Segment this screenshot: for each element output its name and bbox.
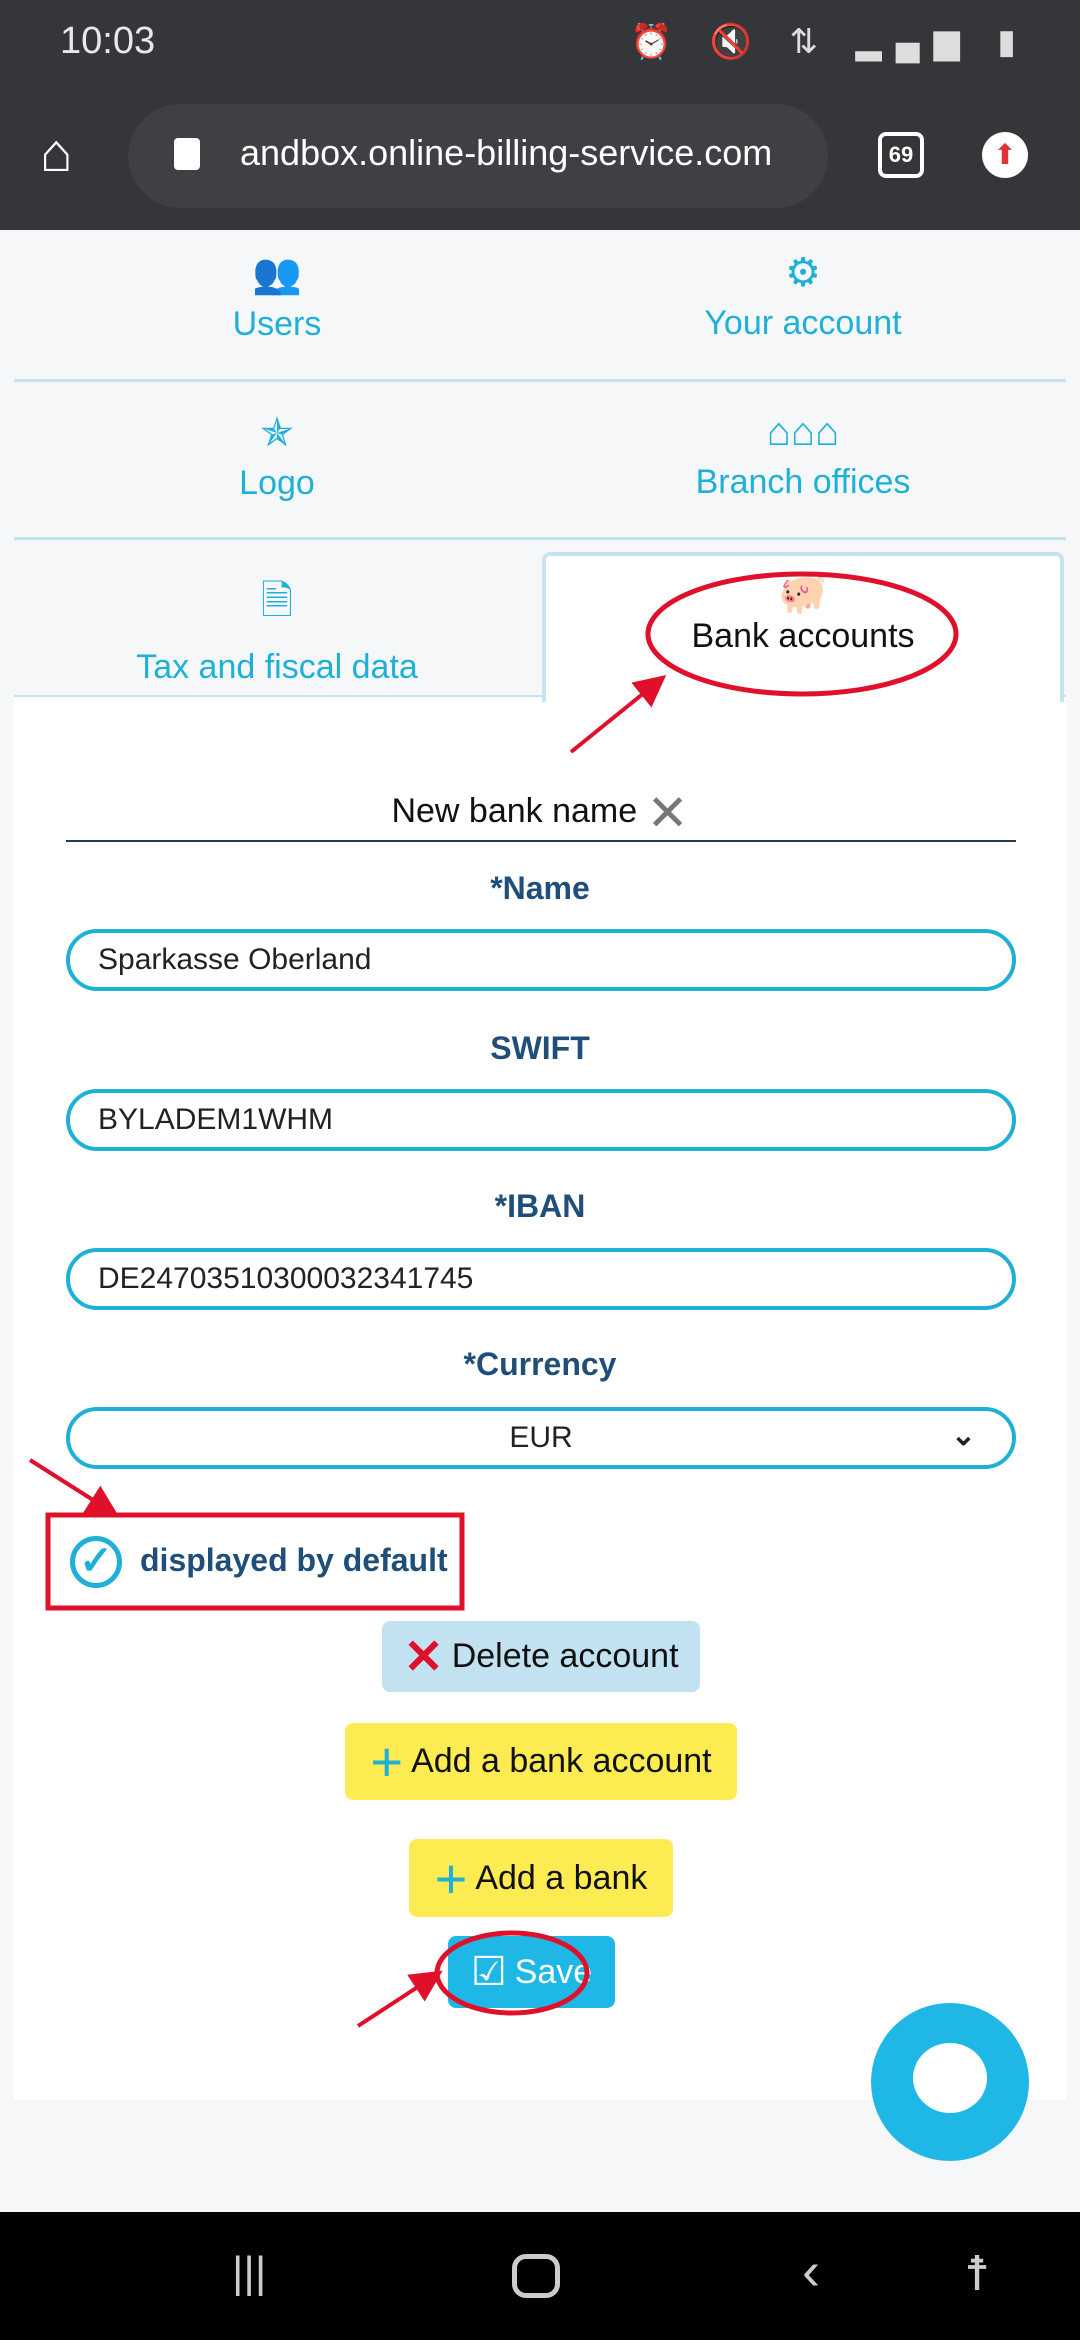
annotations: [28, 571, 959, 2028]
accessibility-icon[interactable]: ☨: [964, 2246, 990, 2302]
recents-icon[interactable]: |||: [232, 2248, 266, 2298]
back-icon[interactable]: ‹: [802, 2240, 820, 2302]
annotation-arrow: [569, 674, 667, 754]
annotation-ellipse: [645, 571, 959, 697]
annotation-arrow: [356, 1970, 443, 2028]
annotation-arrow: [28, 1458, 119, 1517]
home-nav-icon[interactable]: [512, 2254, 560, 2298]
annotation-ellipse: [434, 1930, 590, 2016]
annotation-box: [45, 1512, 465, 1611]
